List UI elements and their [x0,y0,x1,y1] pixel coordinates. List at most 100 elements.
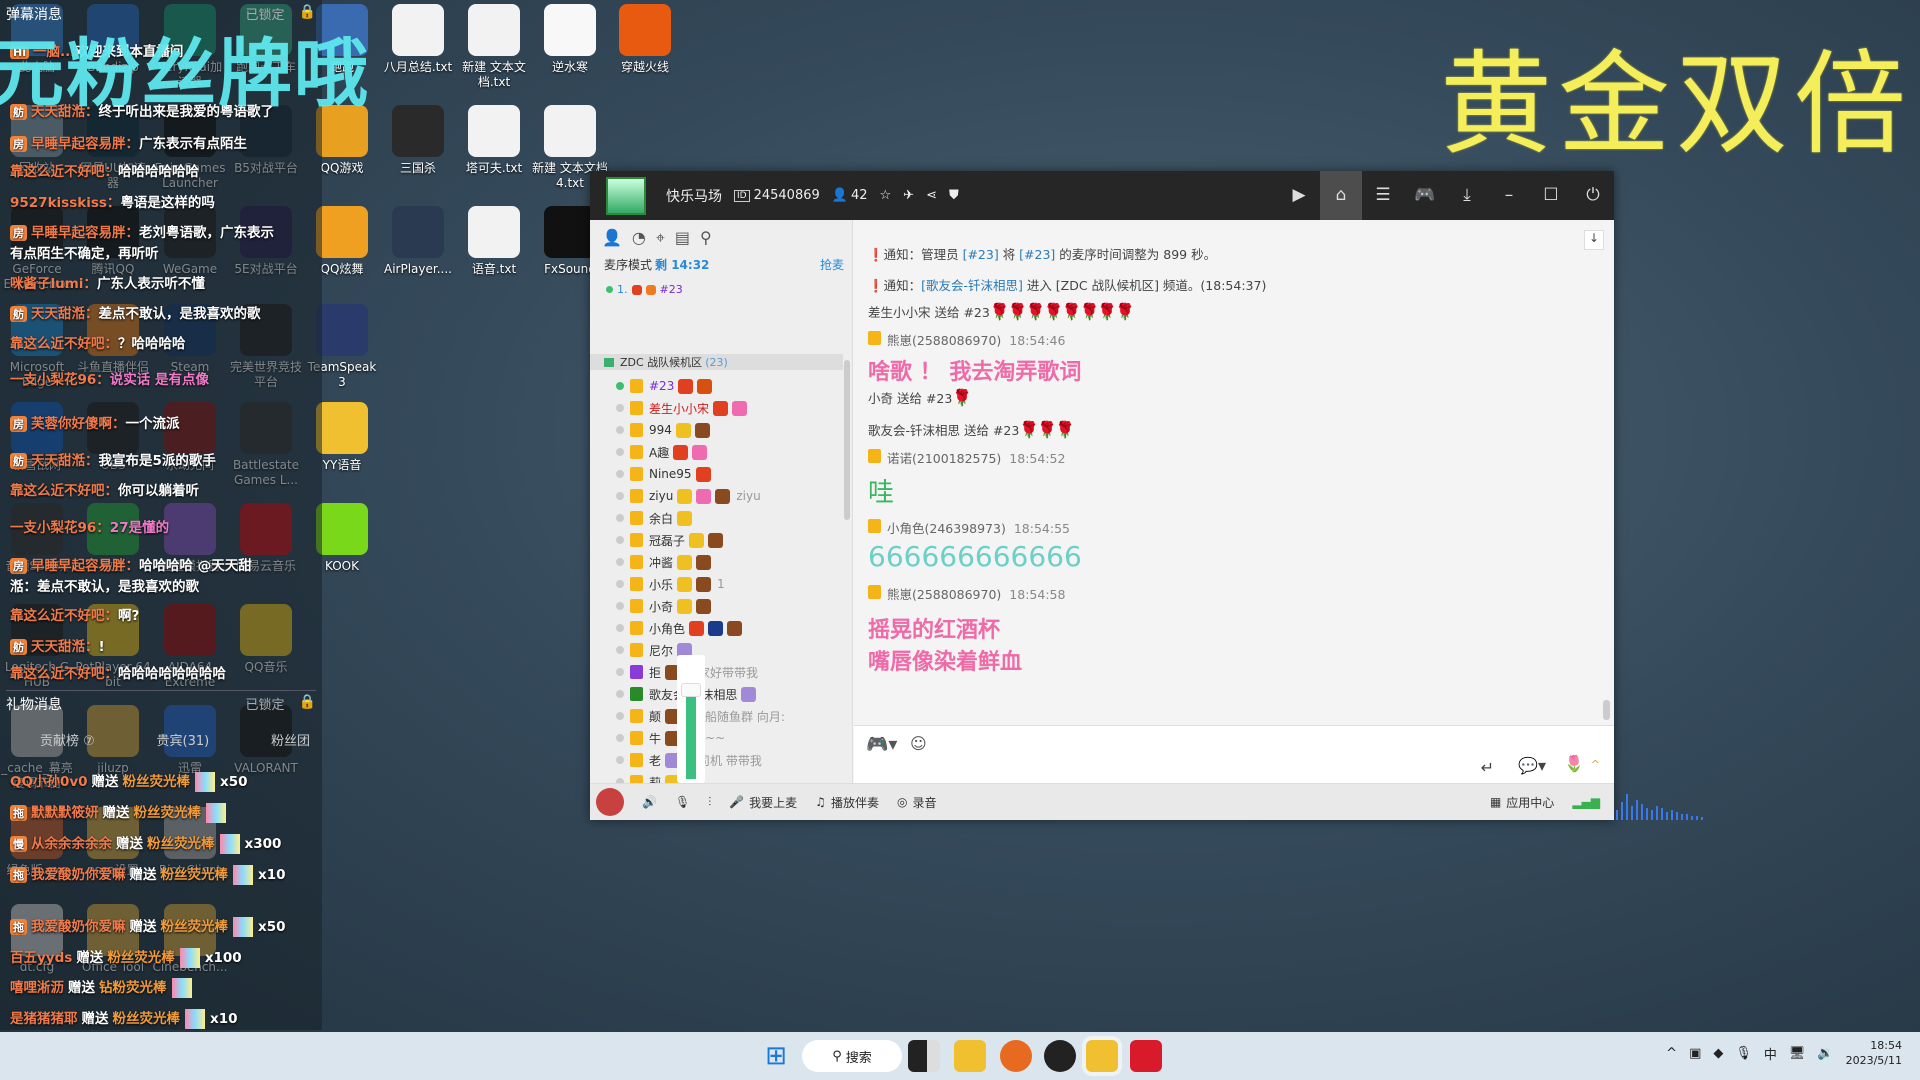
tray-app-icon[interactable]: ◆ [1713,1046,1723,1061]
chat-username[interactable]: 熊崽(2588086970) [887,333,1001,348]
member-item[interactable]: A趣 [590,441,843,463]
volume-icon[interactable]: 🔉 [1817,1046,1833,1061]
maximize-icon[interactable]: ☐ [1530,171,1572,220]
desktop-icon[interactable]: AirPlayer.... [380,206,456,277]
member-item[interactable]: Nine95 [590,463,843,485]
danmaku-text: 我宣布是5派的歌手 [98,453,216,469]
download-icon[interactable]: ⤓ [1446,171,1488,220]
chat-username[interactable]: 小角色(246398973) [887,521,1006,536]
mic-queue-item[interactable]: 1. #23 [606,283,683,296]
member-item[interactable]: ziyu ziyu [590,485,843,507]
chevron-up-icon[interactable]: ^ [1666,1046,1677,1061]
rose-icon[interactable]: 🌷 [1564,754,1584,773]
user-link[interactable]: [#23] [1019,247,1055,262]
lock-icon[interactable]: 🔒 [299,694,316,714]
mic-icon[interactable]: 🎙 [1735,1046,1752,1061]
user-link[interactable]: [歌友会-钎沫相思] [921,278,1023,293]
desktop-icon[interactable]: 穿越火线 [607,4,683,75]
member-item[interactable]: 歌友会-钎沫相思 [590,683,843,705]
member-item[interactable]: 小奇 [590,595,843,617]
member-item[interactable]: 小乐 1 [590,573,843,595]
desktop-icon[interactable]: 三国杀 [380,105,456,176]
wave-bar [1636,800,1638,820]
danmaku-line: 舫天天甜湉：差点不敢认，是我喜欢的歌 [10,302,315,322]
member-item[interactable]: 994 [590,419,843,441]
member-item[interactable]: 老老司机 带带我 [590,749,843,771]
member-item[interactable]: #23 [590,375,843,397]
board-icon[interactable]: ▤ [675,228,690,248]
grab-mic-link[interactable]: 抢麦 [820,256,844,273]
minimize-icon[interactable]: – [1488,171,1530,220]
shield-icon[interactable]: ⛊ [949,188,959,203]
network-icon[interactable]: 🖥 [1789,1046,1806,1061]
headset-icon[interactable]: ◔ [632,228,646,248]
desktop-icon[interactable]: 逆水寒 [532,4,608,75]
tab-contribution[interactable]: 贡献榜 ⑦ [40,730,95,749]
app-center-button[interactable]: ▦ 应用中心 [1490,794,1554,811]
desktop-icon[interactable]: 语音.txt [456,206,532,277]
game-emoji-icon[interactable]: 🎮▾ [866,734,897,755]
task-view-icon[interactable] [908,1040,940,1072]
chat-username[interactable]: 熊崽(2588086970) [887,587,1001,602]
chat-scrollbar[interactable] [1603,700,1610,720]
plane-icon[interactable]: ✈ [903,188,914,203]
location-icon[interactable]: ⌖ [656,228,665,248]
expand-icon[interactable]: ^ [1591,758,1600,771]
channel-avatar[interactable] [606,176,646,215]
obs-icon[interactable] [1044,1040,1076,1072]
desktop-icon[interactable]: 新建 文本文档.txt [456,4,532,90]
record-button[interactable]: ◎ 录音 [897,794,937,811]
search-box[interactable]: ⚲ 搜索 [802,1040,902,1072]
chat-message: 啥歌 ！ 我去淘弄歌词 [868,360,1082,385]
tray-app-icon[interactable]: ▣ [1689,1046,1701,1061]
member-item[interactable]: 小角色 [590,617,843,639]
app-icon[interactable] [1000,1040,1032,1072]
emoji-icon[interactable]: ☺ [910,734,927,753]
desktop-icon[interactable]: 八月总结.txt [380,4,456,75]
member-item[interactable]: 拒大家好带带我 [590,661,843,683]
volume-slider[interactable] [677,655,705,783]
netease-music-icon[interactable] [1130,1040,1162,1072]
member-item[interactable]: 颠 船随鱼群 向月: [590,705,843,727]
scroll-bottom-button[interactable]: ↓ [1584,230,1604,250]
play-music-button[interactable]: ♫ 播放伴奏 [815,794,879,811]
badge-icon [732,400,748,416]
status-dot [616,514,624,522]
chat-bubble-icon[interactable]: 💬▾ [1518,756,1546,775]
my-avatar[interactable] [596,788,624,816]
tab-fans[interactable]: 粉丝团 [271,730,310,749]
file-explorer-icon[interactable] [954,1040,986,1072]
member-item[interactable]: 余白 [590,507,843,529]
tab-vip[interactable]: 贵宾(31) [157,730,210,749]
ime-indicator[interactable]: 中 [1764,1044,1777,1063]
home-icon[interactable]: ⌂ [1320,171,1362,220]
desktop-icon[interactable]: 塔可夫.txt [456,105,532,176]
share-icon[interactable]: ⋖ [926,188,937,203]
user-link[interactable]: [#23] [963,247,999,262]
member-scrollbar[interactable] [844,360,850,520]
clock[interactable]: 18:54 2023/5/11 [1846,1038,1902,1068]
mic-up-button[interactable]: 🎤 我要上麦 [729,794,797,811]
speaker-icon[interactable]: 🔊 [642,795,657,809]
search-icon[interactable]: ⚲ [700,228,712,248]
star-icon[interactable]: ☆ [880,188,892,203]
power-icon[interactable]: ⏻ [1572,171,1614,220]
member-item[interactable]: 冠磊子 [590,529,843,551]
yy-icon[interactable] [1086,1040,1118,1072]
user-icon[interactable]: 👤 [602,228,622,248]
video-icon[interactable]: ▶ [1278,171,1320,220]
windows-start-icon[interactable]: ⊞ [760,1040,792,1072]
enter-icon[interactable]: ↵ [1481,758,1494,777]
mixer-icon[interactable]: ⫶ [708,795,711,810]
mic-icon[interactable]: 🎙 [675,795,690,809]
member-item[interactable]: 牛 ~~ [590,727,843,749]
gamepad-icon[interactable]: 🎮 [1404,171,1446,220]
chat-username[interactable]: 诺诺(2100182575) [887,451,1001,466]
chat-input[interactable]: 🎮▾ ☺ ↵ 💬▾ 🌷 ^ [854,725,1614,783]
member-item[interactable]: 冲酱 [590,551,843,573]
member-item[interactable]: 差生小小宋 [590,397,843,419]
list-icon[interactable]: ☰ [1362,171,1404,220]
subchannel-header[interactable]: ZDC 战队候机区 (23) [590,354,843,370]
volume-handle[interactable] [681,683,701,698]
member-item[interactable]: 尼尔 [590,639,843,661]
